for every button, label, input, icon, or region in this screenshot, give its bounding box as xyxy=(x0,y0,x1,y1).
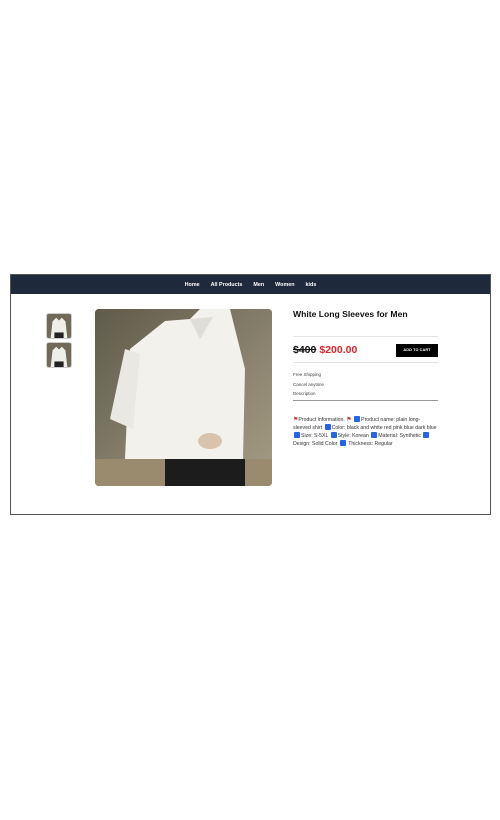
blue-square-icon xyxy=(354,415,361,422)
product-info: White Long Sleeves for Men $400 $200.00 … xyxy=(293,309,438,448)
nav-link-all-products[interactable]: All Products xyxy=(211,282,243,288)
blue-square-icon xyxy=(324,424,331,430)
divider xyxy=(293,362,438,363)
original-price: $400 xyxy=(293,344,317,356)
product-thumbnail[interactable] xyxy=(46,342,72,368)
cancel-anytime-label: Cancel anytime xyxy=(293,381,325,387)
divider xyxy=(293,399,438,401)
add-to-cart-button[interactable]: ADD TO CART xyxy=(396,343,438,357)
product-meta: Free Shipping Cancel anytime Description xyxy=(293,370,438,399)
nav-link-kids[interactable]: kids xyxy=(306,282,317,288)
shirt-photo-thumbnail xyxy=(47,343,71,367)
shirt-photo xyxy=(95,309,272,486)
blue-square-icon xyxy=(371,432,378,438)
product-description: ⚑Product information. ⚑ Product name: pl… xyxy=(293,415,437,447)
product-title: White Long Sleeves for Men xyxy=(293,309,408,319)
sale-price: $200.00 xyxy=(319,344,358,356)
nav-link-women[interactable]: Women xyxy=(275,282,294,288)
browser-frame: Home All Products Men Women kids White L… xyxy=(10,274,491,515)
top-navbar: Home All Products Men Women kids xyxy=(11,275,490,294)
blue-square-icon xyxy=(330,432,337,438)
blue-square-icon xyxy=(423,432,430,438)
nav-link-home[interactable]: Home xyxy=(185,282,200,288)
shirt-photo-thumbnail xyxy=(47,314,71,338)
product-thumbnail[interactable] xyxy=(46,313,72,339)
blue-square-icon xyxy=(294,432,300,438)
product-main-image xyxy=(95,309,272,486)
thumbnail-list xyxy=(46,313,72,371)
divider xyxy=(293,336,438,337)
description-heading: Description xyxy=(293,391,316,396)
price-row: $400 $200.00 ADD TO CART xyxy=(293,343,438,357)
flag-icon: ⚑ xyxy=(346,417,352,423)
blue-square-icon xyxy=(339,440,346,446)
free-shipping-label: Free Shipping xyxy=(293,372,322,377)
nav-link-men[interactable]: Men xyxy=(253,282,264,288)
